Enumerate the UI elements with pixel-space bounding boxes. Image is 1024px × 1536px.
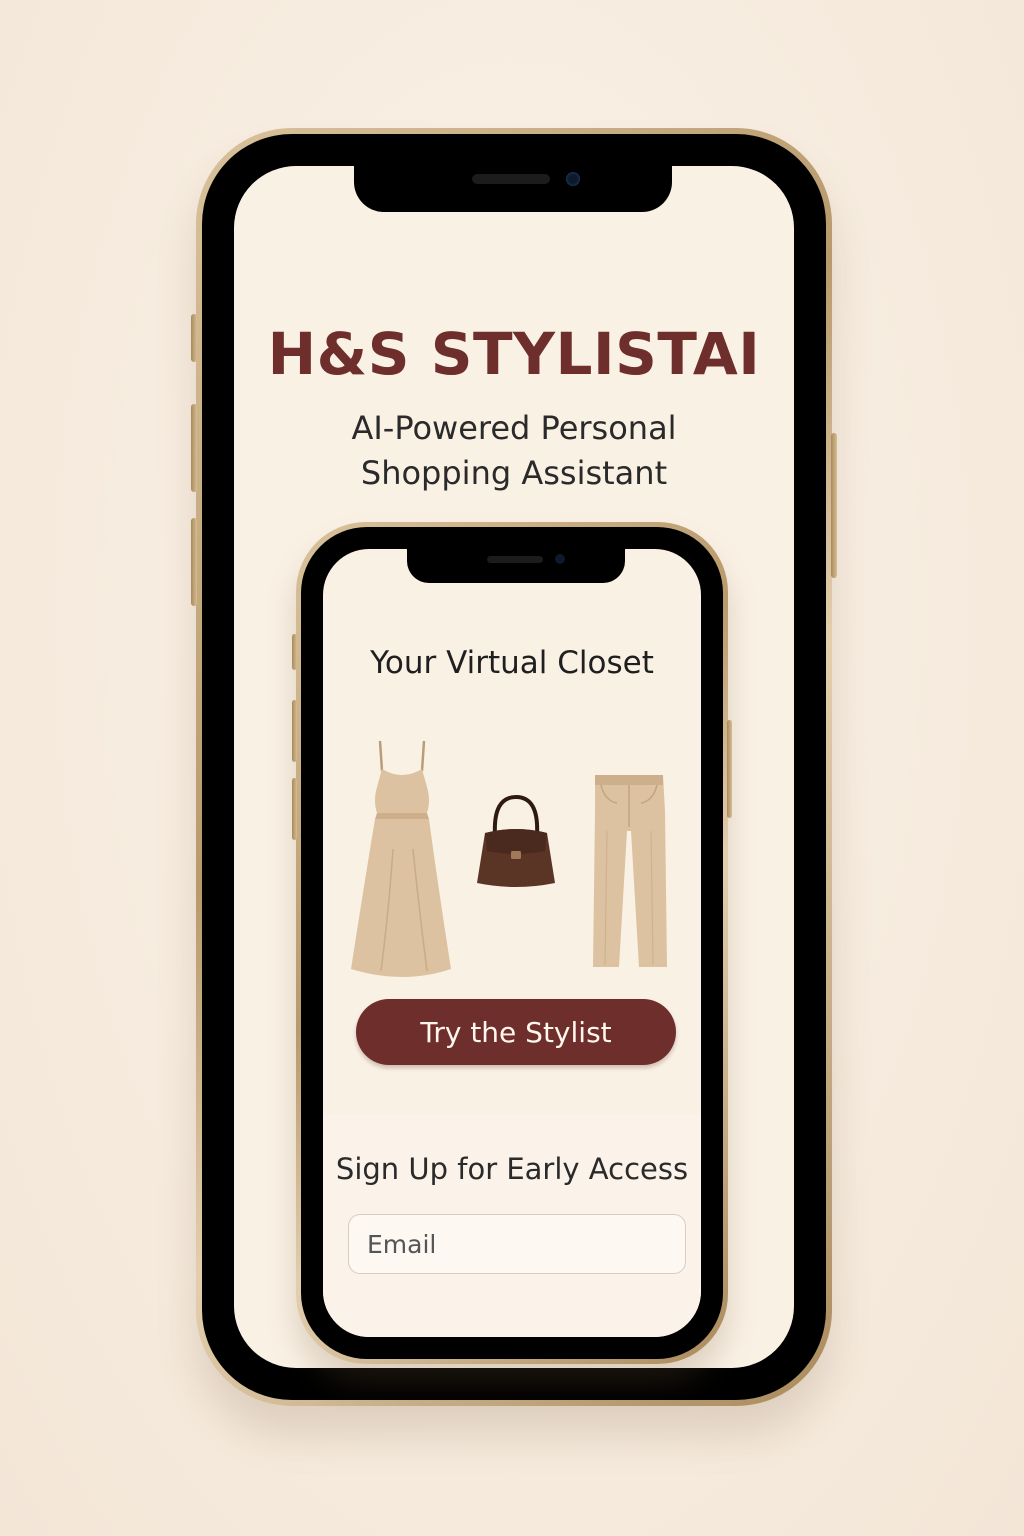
outer-volume-down-button: [191, 518, 197, 606]
inner-phone-frame: Your Virtual Closet Try the Stylist Sign…: [292, 522, 732, 1364]
inner-volume-up-button: [292, 700, 297, 762]
inner-front-camera: [555, 554, 565, 564]
handbag-icon[interactable]: [473, 791, 559, 893]
outer-front-camera: [566, 172, 580, 186]
subtitle-line-1: AI-Powered Personal: [351, 409, 677, 447]
dress-icon[interactable]: [347, 739, 457, 981]
brand-title: H&S STYLISTAI: [267, 320, 761, 388]
outer-power-button: [831, 433, 837, 578]
closet-title: Your Virtual Closet: [370, 645, 654, 681]
outer-speaker-grill: [472, 174, 550, 184]
inner-silent-switch: [292, 634, 297, 670]
outer-silent-switch: [191, 314, 197, 362]
signup-title: Sign Up for Early Access: [335, 1152, 689, 1186]
email-field[interactable]: [348, 1214, 686, 1274]
closet-items: [323, 739, 701, 989]
outer-volume-up-button: [191, 404, 197, 492]
inner-notch: [407, 549, 625, 583]
inner-power-button: [727, 720, 732, 818]
inner-bezel: Your Virtual Closet Try the Stylist Sign…: [301, 527, 723, 1359]
outer-notch: [354, 166, 672, 212]
try-stylist-button[interactable]: Try the Stylist: [356, 999, 676, 1065]
inner-speaker-grill: [487, 556, 543, 563]
inner-volume-down-button: [292, 778, 297, 840]
subtitle-line-2: Shopping Assistant: [360, 454, 668, 492]
trousers-icon[interactable]: [589, 771, 669, 971]
mockup-stage: H&S STYLISTAI AI-Powered Personal Shoppi…: [0, 0, 1024, 1536]
signup-panel: Sign Up for Early Access: [323, 1114, 701, 1337]
inner-screen: Your Virtual Closet Try the Stylist Sign…: [323, 549, 701, 1337]
brand-subtitle: AI-Powered Personal Shopping Assistant: [234, 406, 794, 496]
